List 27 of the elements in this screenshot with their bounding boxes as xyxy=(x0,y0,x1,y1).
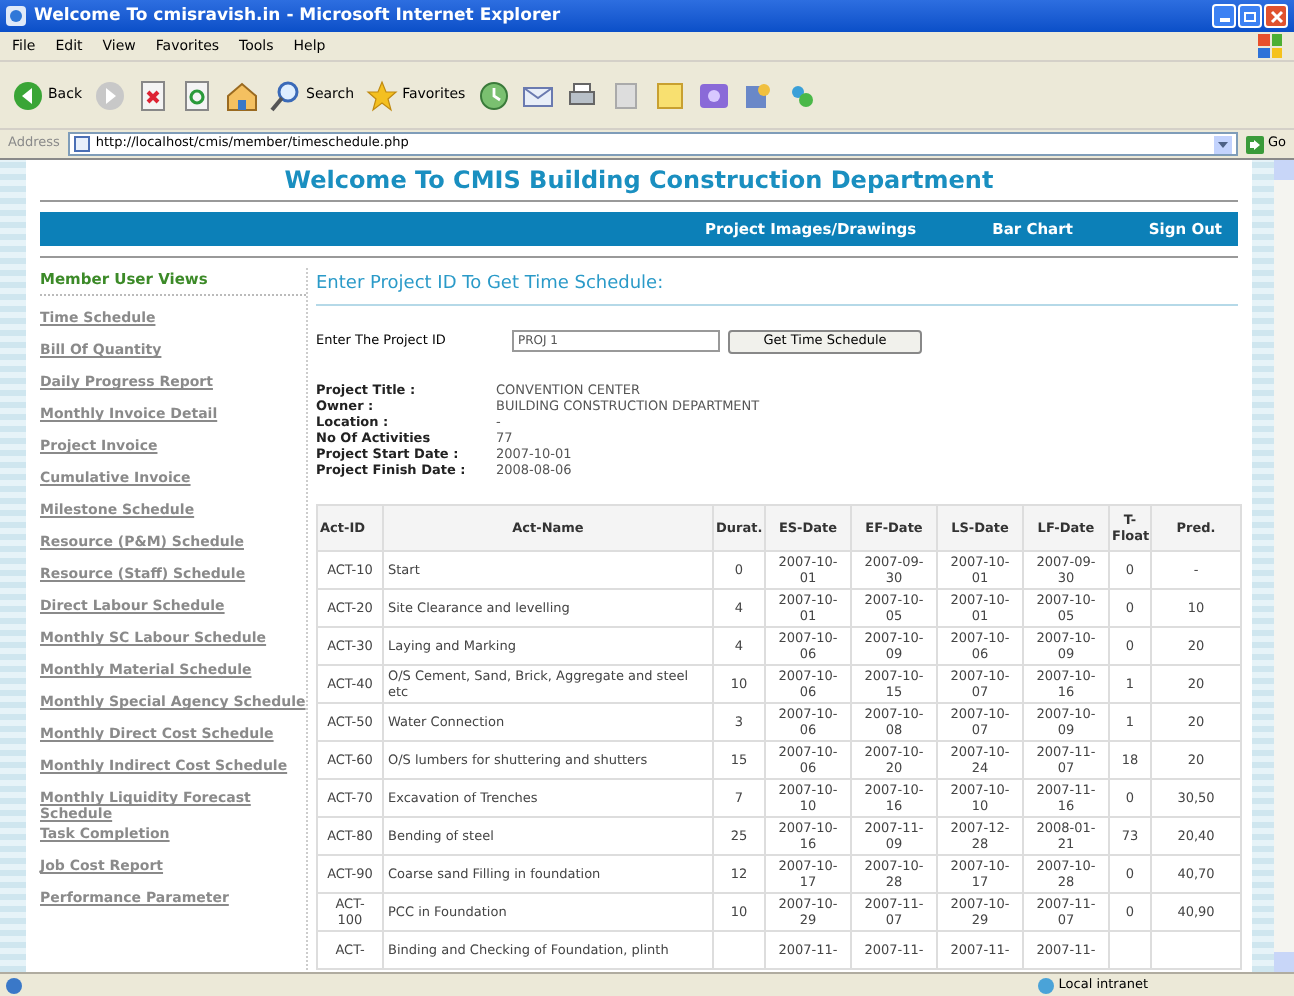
refresh-button[interactable] xyxy=(182,79,214,111)
section-title: Enter Project ID To Get Time Schedule: xyxy=(316,272,1238,305)
refresh-icon xyxy=(182,79,214,111)
go-arrow-icon xyxy=(1245,135,1264,153)
minimize-button[interactable] xyxy=(1212,4,1236,28)
stop-icon xyxy=(138,79,170,111)
globe-icon xyxy=(1038,977,1055,993)
home-icon xyxy=(226,79,258,111)
print-icon xyxy=(565,79,598,111)
back-icon xyxy=(12,79,44,111)
print-button[interactable] xyxy=(565,79,598,111)
favorites-icon xyxy=(366,79,399,111)
search-icon xyxy=(270,79,302,111)
forward-icon xyxy=(94,79,126,111)
page-icon xyxy=(73,136,90,152)
history-button[interactable] xyxy=(477,79,510,111)
restore-button[interactable] xyxy=(1238,4,1262,28)
close-button[interactable] xyxy=(1264,4,1288,28)
dropdown-icon[interactable] xyxy=(1213,135,1232,153)
window-title: Welcome To cmisravish.in - Microsoft Internet Explorer xyxy=(34,3,563,29)
page-heading: Welcome To CMIS Building Construction Department xyxy=(282,166,996,194)
scrollbar[interactable] xyxy=(1274,160,1294,972)
home-button[interactable] xyxy=(226,79,258,111)
close-icon xyxy=(1269,9,1283,23)
stop-button[interactable] xyxy=(138,79,170,111)
history-icon xyxy=(477,79,510,111)
windows-logo-icon xyxy=(1258,34,1282,58)
